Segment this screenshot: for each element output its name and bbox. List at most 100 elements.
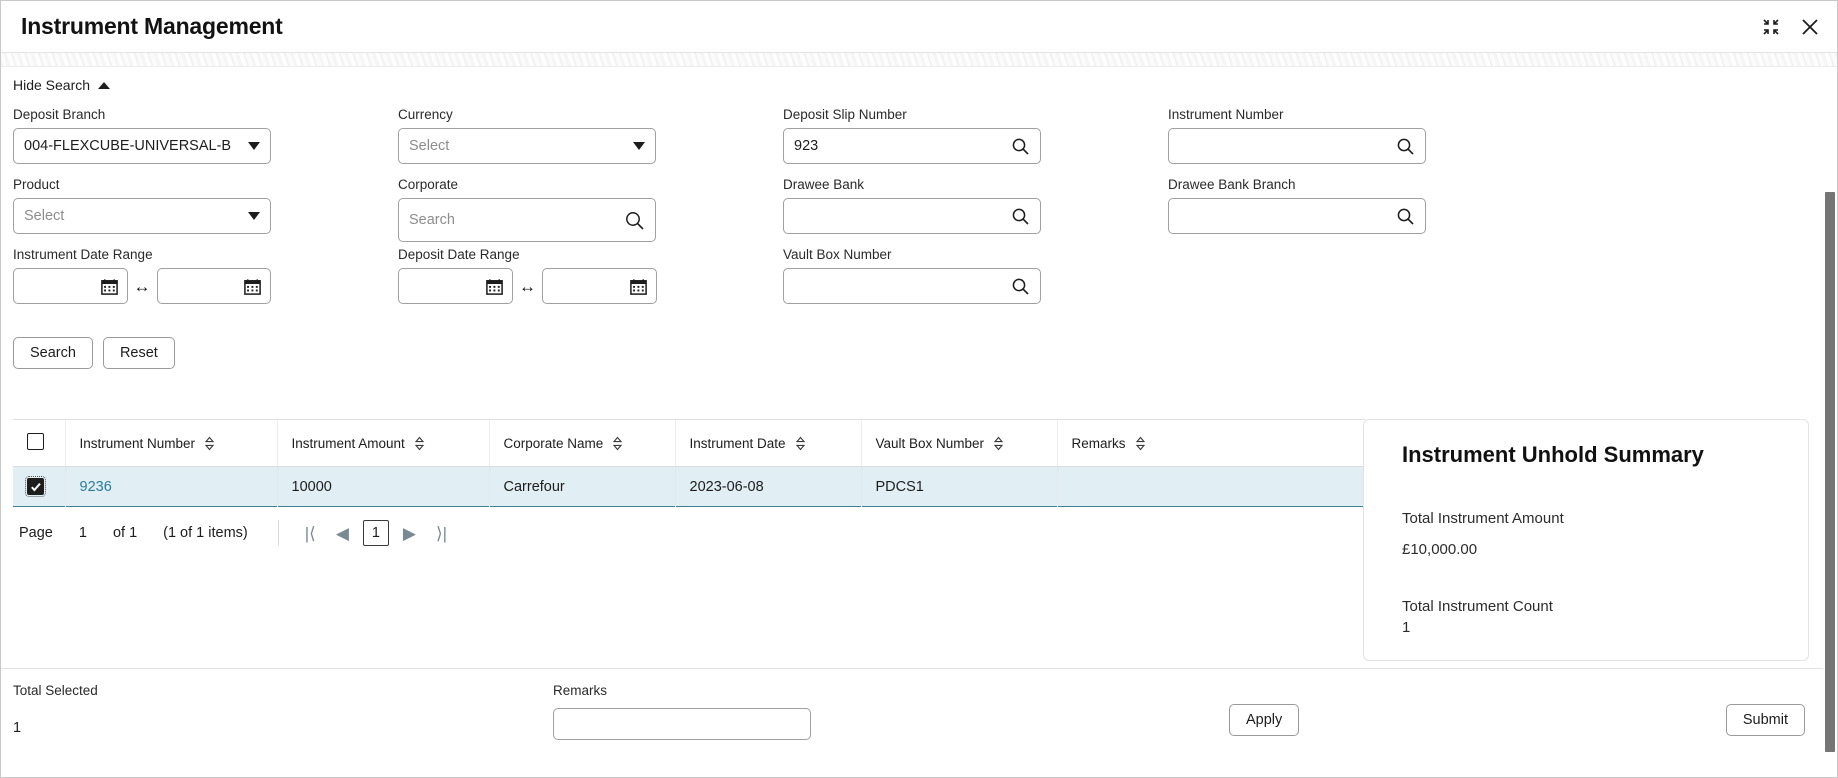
product-placeholder: Select — [24, 208, 248, 224]
corporate-placeholder: Search — [409, 212, 624, 228]
sort-icon[interactable] — [1135, 436, 1146, 451]
footer-action-bar: Total Selected 1 Remarks Apply Submit — [1, 668, 1837, 778]
corporate-input[interactable]: Search — [398, 198, 656, 242]
pagination-bar: Page 1 of 1 (1 of 1 items) |⟨ ◀ 1 ▶ ⟩| — [13, 507, 1365, 559]
sort-icon[interactable] — [993, 436, 1004, 451]
field-deposit-branch: Deposit Branch 004-FLEXCUBE-UNIVERSAL-B — [13, 107, 271, 164]
calendar-icon[interactable] — [243, 277, 262, 296]
instrument-number-link[interactable]: 9236 — [80, 479, 112, 495]
footer-remarks-input[interactable] — [553, 708, 811, 740]
instrument-unhold-summary-card: Instrument Unhold Summary Total Instrume… — [1363, 419, 1809, 661]
search-actions: Search Reset — [13, 337, 175, 369]
calendar-icon[interactable] — [100, 277, 119, 296]
page-title: Instrument Management — [21, 13, 283, 40]
search-icon[interactable] — [1011, 277, 1030, 296]
search-button[interactable]: Search — [13, 337, 93, 369]
hide-search-toggle[interactable]: Hide Search — [13, 77, 110, 93]
window-titlebar: Instrument Management — [1, 1, 1837, 53]
field-currency: Currency Select — [398, 107, 656, 164]
product-select[interactable]: Select — [13, 198, 271, 234]
vertical-scrollbar-thumb[interactable] — [1825, 192, 1835, 752]
instrument-management-window: Instrument Management Hide Sea — [0, 0, 1838, 778]
summary-total-count-value: 1 — [1402, 619, 1784, 636]
deposit-slip-number-input[interactable]: 923 — [783, 128, 1041, 164]
vertical-scrollbar-track[interactable] — [1823, 67, 1837, 778]
column-header-vault-box-number[interactable]: Vault Box Number — [861, 420, 1057, 467]
search-icon[interactable] — [1396, 207, 1415, 226]
column-label: Instrument Number — [80, 436, 196, 451]
label-deposit-branch: Deposit Branch — [13, 107, 271, 122]
table-row[interactable]: 9236 10000 Carrefour 2023-06-08 PDCS1 — [13, 467, 1365, 507]
label-instrument-number: Instrument Number — [1168, 107, 1426, 122]
pagination-page-label: Page — [19, 525, 53, 541]
column-header-remarks[interactable]: Remarks — [1057, 420, 1365, 467]
cell-corporate-name: Carrefour — [489, 467, 675, 507]
vault-box-number-input[interactable] — [783, 268, 1041, 304]
sort-icon[interactable] — [414, 436, 425, 451]
pagination-of-label: of 1 — [113, 525, 137, 541]
column-header-instrument-date[interactable]: Instrument Date — [675, 420, 861, 467]
search-icon[interactable] — [1011, 207, 1030, 226]
field-corporate: Corporate Search — [398, 177, 656, 242]
select-all-checkbox[interactable] — [27, 433, 44, 450]
calendar-icon[interactable] — [629, 277, 648, 296]
chevron-down-icon — [633, 142, 645, 150]
close-icon[interactable] — [1799, 16, 1821, 38]
deposit-branch-select[interactable]: 004-FLEXCUBE-UNIVERSAL-B — [13, 128, 271, 164]
field-instrument-date-range: Instrument Date Range ↔ — [13, 247, 271, 304]
summary-total-count-label: Total Instrument Count — [1402, 598, 1784, 615]
row-select-cell — [13, 467, 65, 507]
cell-instrument-date: 2023-06-08 — [675, 467, 861, 507]
pagination-items-label: (1 of 1 items) — [163, 525, 248, 541]
column-header-instrument-number[interactable]: Instrument Number — [65, 420, 277, 467]
prev-page-icon[interactable]: ◀ — [326, 523, 359, 544]
last-page-icon[interactable]: ⟩| — [426, 523, 457, 544]
decorative-watermark-band — [1, 53, 1837, 67]
first-page-icon[interactable]: |⟨ — [295, 523, 326, 544]
collapse-icon[interactable] — [1761, 17, 1781, 37]
column-header-corporate-name[interactable]: Corporate Name — [489, 420, 675, 467]
next-page-icon[interactable]: ▶ — [393, 523, 426, 544]
row-checkbox[interactable] — [27, 478, 44, 495]
label-corporate: Corporate — [398, 177, 656, 192]
drawee-bank-input[interactable] — [783, 198, 1041, 234]
summary-total-amount-value: £10,000.00 — [1402, 541, 1784, 558]
label-drawee-bank-branch: Drawee Bank Branch — [1168, 177, 1426, 192]
summary-spacer — [1402, 558, 1784, 598]
submit-button[interactable]: Submit — [1726, 704, 1805, 736]
field-deposit-slip-number: Deposit Slip Number 923 — [783, 107, 1041, 164]
pagination-current-page[interactable]: 1 — [363, 520, 389, 546]
total-selected-block: Total Selected 1 — [13, 683, 98, 736]
column-header-instrument-amount[interactable]: Instrument Amount — [277, 420, 489, 467]
cell-remarks — [1057, 467, 1365, 507]
reset-button[interactable]: Reset — [103, 337, 175, 369]
instrument-date-to-input[interactable] — [157, 268, 272, 304]
calendar-icon[interactable] — [485, 277, 504, 296]
deposit-date-to-input[interactable] — [542, 268, 657, 304]
label-deposit-date-range: Deposit Date Range — [398, 247, 666, 262]
label-drawee-bank: Drawee Bank — [783, 177, 1041, 192]
chevron-down-icon — [248, 142, 260, 150]
search-icon[interactable] — [1011, 137, 1030, 156]
sort-icon[interactable] — [612, 436, 623, 451]
instrument-date-from-input[interactable] — [13, 268, 128, 304]
sort-icon[interactable] — [795, 436, 806, 451]
currency-select[interactable]: Select — [398, 128, 656, 164]
footer-remarks-block: Remarks — [553, 683, 811, 740]
sort-icon[interactable] — [204, 436, 215, 451]
label-currency: Currency — [398, 107, 656, 122]
chevron-up-icon — [98, 82, 110, 89]
search-icon[interactable] — [624, 210, 645, 231]
search-icon[interactable] — [1396, 137, 1415, 156]
instrument-number-input[interactable] — [1168, 128, 1426, 164]
chevron-down-icon — [248, 212, 260, 220]
apply-button[interactable]: Apply — [1229, 704, 1299, 736]
summary-title: Instrument Unhold Summary — [1402, 442, 1784, 468]
column-label: Vault Box Number — [876, 436, 985, 451]
drawee-bank-branch-input[interactable] — [1168, 198, 1426, 234]
column-label: Instrument Amount — [292, 436, 405, 451]
pagination-divider — [278, 520, 279, 546]
field-product: Product Select — [13, 177, 271, 234]
deposit-date-from-input[interactable] — [398, 268, 513, 304]
instruments-table: Instrument Number Instrument Amount — [13, 420, 1365, 507]
